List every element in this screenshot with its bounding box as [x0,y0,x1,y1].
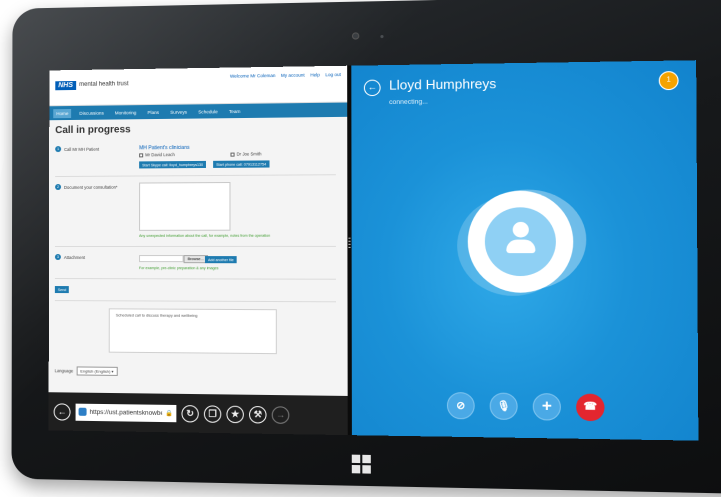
language-selector: Language English (English) ▾ [55,366,118,376]
welcome-text: Welcome Mr Coleman [229,72,276,79]
site-header: NHS mental health trust Welcome Mr Colem… [49,65,348,107]
language-value: English (English) [80,368,111,374]
language-select[interactable]: English (English) ▾ [76,366,118,376]
clinicians-title: MH Patient's clinicians [139,144,190,152]
divider [54,278,336,280]
step-attachment: 3 Attachment [54,254,86,261]
windows-logo-pane [351,454,361,464]
step-call-patient: 1 Call Mr MH Patient [55,146,100,153]
site-favicon-icon [78,407,87,416]
log-out-link[interactable]: Log out [325,72,341,77]
divider [54,300,337,303]
caller-name: Lloyd Humphreys [389,75,497,93]
nav-plans[interactable]: Plans [144,107,162,116]
url-text: https://ust.patientsknowbest.com [89,408,163,417]
clinician-name: Mr David Leach [145,152,175,158]
checkbox-box[interactable] [230,152,235,157]
splitter-grip-icon[interactable] [348,237,351,248]
nhs-logo: NHS [55,80,76,91]
end-call-icon[interactable]: ☎ [576,393,605,422]
person-icon-head [512,221,529,238]
light-sensor [380,34,384,39]
divider [54,245,336,247]
browser-back-button[interactable]: ← [53,402,71,421]
header-links: Welcome Mr Coleman My account Help Log o… [226,72,341,79]
nav-schedule[interactable]: Schedule [195,107,221,116]
chevron-down-icon: ▾ [111,368,114,374]
call-controls: ⊘ 🎙 + ☎ [352,391,698,423]
windows-logo-pane [362,454,371,464]
document-hint: Any unexpected information about the cal… [139,233,271,238]
message-preview: Scheduled call to discuss therapy and we… [108,308,277,355]
tabs-icon[interactable]: ❐ [203,404,222,423]
windows-logo-pane [362,465,371,474]
clinician-name: Dr Joe Smith [236,151,262,157]
step-label: Call Mr MH Patient [64,146,100,152]
browser-forward-button[interactable]: → [271,405,290,424]
help-link[interactable]: Help [310,72,320,77]
page-tools-wrench-icon[interactable]: ⚒ [249,405,267,424]
add-file-button[interactable]: Add another file [204,256,237,264]
refresh-icon[interactable]: ↻ [181,404,199,423]
clinician-checkbox[interactable]: Mr David Leach [139,152,175,157]
call-status: connecting... [389,98,428,107]
tablet-screen: NHS mental health trust Welcome Mr Colem… [48,60,699,441]
back-arrow-icon[interactable]: ← [363,79,381,97]
my-account-link[interactable]: My account [281,73,305,78]
page-title: Call in progress [55,124,131,137]
nav-surveys[interactable]: Surveys [167,107,190,116]
file-input[interactable] [139,255,184,263]
trust-name: mental health trust [79,81,129,88]
start-skype-call-button[interactable]: Start Skype call: lloyd_humphreys130 [139,160,207,169]
page-content: Call in progress 1 Call Mr MH Patient MH… [49,117,348,394]
windows-logo-pane [351,464,361,474]
step-document: 2 Document your consultation* [55,183,118,191]
microphone-icon[interactable]: 🎙 [489,392,518,421]
windows-logo-icon[interactable] [351,454,371,474]
video-off-icon[interactable]: ⊘ [446,392,475,420]
nav-home[interactable]: Home [53,108,72,118]
nav-team[interactable]: Team [226,106,244,115]
browser-app-bar: ← https://ust.patientsknowbest.com 🔒 ↻ ❐… [48,392,348,436]
lock-icon: 🔒 [165,410,173,417]
skype-call-pane: ← Lloyd Humphreys connecting... 1 ⊘ 🎙 + … [351,60,699,441]
nav-discussions[interactable]: Discussions [76,108,106,117]
front-camera [351,32,360,40]
step-label: Attachment [63,254,86,260]
step-number-1: 1 [55,146,62,153]
step-label: Document your consultation* [64,184,118,190]
add-participant-icon[interactable]: + [532,393,561,421]
divider [55,174,336,178]
send-button[interactable]: Send [54,286,70,294]
clinician-checkbox[interactable]: Dr Joe Smith [230,151,262,157]
person-icon-body [506,239,536,254]
tablet-device: NHS mental health trust Welcome Mr Colem… [0,0,721,497]
address-bar[interactable]: https://ust.patientsknowbest.com 🔒 [75,403,177,422]
checkbox-box[interactable] [139,152,144,157]
step-number-3: 3 [54,254,61,261]
notification-badge[interactable]: 1 [658,71,679,91]
web-pane: NHS mental health trust Welcome Mr Colem… [48,65,348,436]
nav-monitoring[interactable]: Monitoring [112,108,140,117]
favorites-star-icon[interactable]: ★ [226,405,244,423]
start-phone-call-button[interactable]: Start phone call: 07913112754 [213,160,270,168]
attachment-hint: For example, pre-clinic preparation & an… [139,266,219,271]
step-number-2: 2 [55,183,62,191]
consultation-textarea[interactable] [139,182,231,231]
language-label: Language [54,368,74,374]
